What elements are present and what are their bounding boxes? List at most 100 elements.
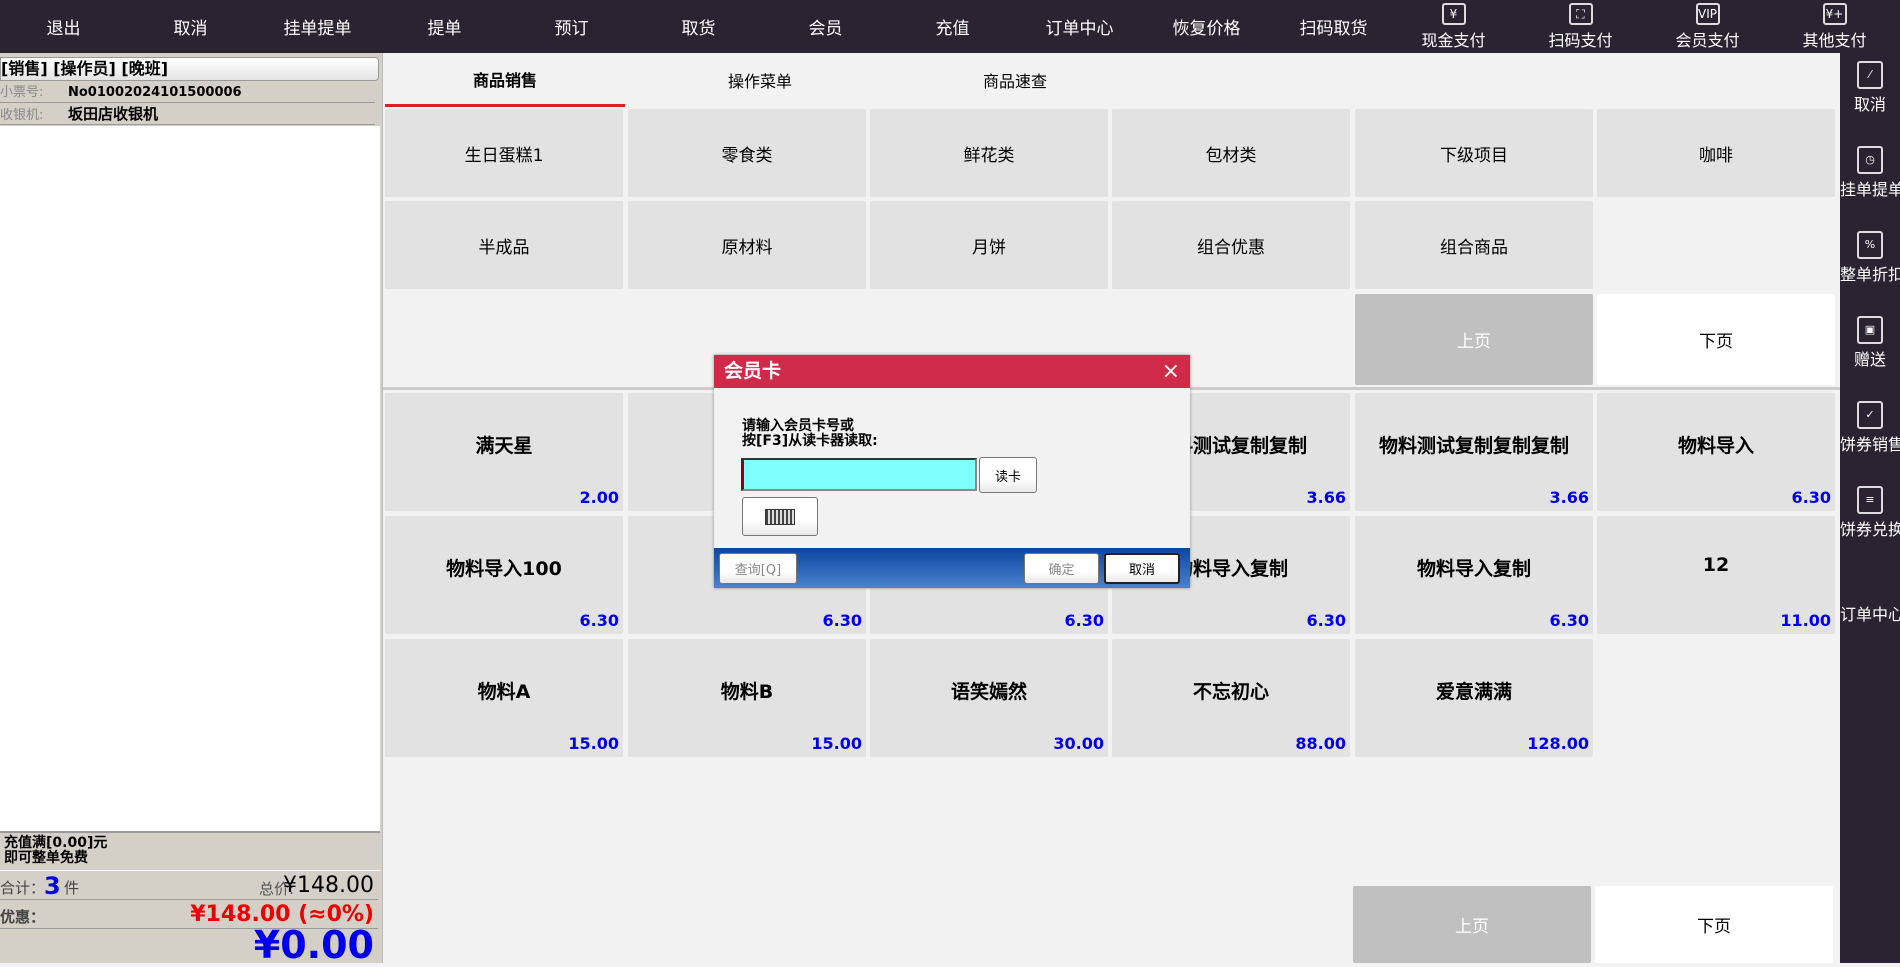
product-tile[interactable]: 满天星 2.00 (385, 393, 623, 511)
category-button[interactable]: 组合商品 (1355, 201, 1593, 289)
product-price: 6.30 (822, 611, 862, 630)
count-unit: 件 (64, 879, 80, 897)
product-tile[interactable]: 物料测试复制复制复制 3.66 (1355, 393, 1593, 511)
ticket-row: 小票号: No01002024101500006 (0, 82, 375, 103)
scan-icon: ⛶ (1568, 3, 1593, 25)
next-page-button[interactable]: 下页 (1595, 886, 1833, 963)
sidebar-button[interactable]: ≡ 饼券兑换 (1840, 478, 1900, 558)
product-tile[interactable]: 语笑嫣然 30.00 (870, 639, 1108, 757)
other-payment-icon: ¥+ (1822, 3, 1847, 25)
promo-notice: 充值满[0.00]元 即可整单免费 (0, 831, 380, 871)
product-name: 物料导入 (1677, 435, 1754, 457)
keyboard-icon (765, 508, 795, 525)
category-button[interactable]: 生日蛋糕1 (385, 109, 623, 197)
item-count: 3 (44, 872, 61, 900)
promo-line: 充值满[0.00]元 (4, 835, 108, 851)
prompt-line: 请输入会员卡号或 (742, 418, 854, 434)
hold-order-icon: ◷ (1857, 146, 1883, 174)
card-number-input[interactable] (741, 458, 977, 491)
payment-label: 现金支付 (1421, 31, 1486, 50)
pos-name: 坂田店收银机 (68, 105, 159, 123)
sidebar-button[interactable]: ⁄ 取消 (1840, 53, 1900, 133)
total-row: 合计： 3 件 总价: ¥148.00 (0, 872, 378, 900)
product-price: 30.00 (1053, 734, 1104, 753)
category-button[interactable]: 零食类 (628, 109, 866, 197)
discount-icon: % (1857, 231, 1883, 259)
prompt-line: 按[F3]从读卡器读取: (742, 433, 878, 449)
product-tile[interactable]: 物料导入复制 6.30 (1355, 516, 1593, 634)
payment-button-1[interactable]: ¥ 现金支付 (1390, 0, 1517, 53)
payment-button-4[interactable]: ¥+ 其他支付 (1771, 0, 1898, 53)
toolbar-button[interactable]: 恢复价格 (1143, 0, 1270, 53)
vip-icon: VIP (1695, 3, 1720, 25)
product-price: 6.30 (1064, 611, 1104, 630)
category-button[interactable]: 咖啡 (1597, 109, 1835, 197)
toolbar-button[interactable]: 预订 (508, 0, 635, 53)
gift-icon: ▣ (1857, 316, 1883, 344)
toolbar-button[interactable]: 取消 (127, 0, 254, 53)
product-name: 12 (1702, 554, 1730, 576)
category-button[interactable]: 月饼 (870, 201, 1108, 289)
product-tile[interactable]: 12 11.00 (1597, 516, 1835, 634)
toolbar-button[interactable]: 充值 (889, 0, 1016, 53)
product-tile[interactable]: 物料导入100 6.30 (385, 516, 623, 634)
voucher-sale-icon: ✓ (1857, 401, 1883, 429)
toolbar-button[interactable]: 退出 (0, 0, 127, 53)
sidebar-button[interactable]: ◷ 挂单提单 (1840, 138, 1900, 218)
product-price: 6.30 (579, 611, 619, 630)
product-name: 爱意满满 (1435, 681, 1512, 703)
category-button[interactable]: 包材类 (1112, 109, 1350, 197)
category-button[interactable]: 原材料 (628, 201, 866, 289)
tab-2[interactable]: 操作菜单 (640, 53, 880, 107)
sidebar-label: 挂单提单 (1840, 180, 1900, 199)
prev-page-button[interactable]: 上页 (1353, 886, 1591, 963)
product-tile[interactable]: 物料导入 6.30 (1597, 393, 1835, 511)
toolbar-button[interactable]: 扫码取货 (1270, 0, 1397, 53)
payment-label: 其他支付 (1802, 31, 1867, 50)
pos-label: 收银机: (0, 108, 44, 123)
member-card-dialog: 会员卡 × 请输入会员卡号或 按[F3]从读卡器读取: 读卡 查询[Q] 确定 取… (714, 355, 1190, 588)
prev-page-button[interactable]: 上页 (1355, 294, 1593, 385)
product-price: 128.00 (1527, 734, 1589, 753)
category-button[interactable]: 半成品 (385, 201, 623, 289)
payment-button-3[interactable]: VIP 会员支付 (1644, 0, 1771, 53)
sidebar-button[interactable]: ▣ 赠送 (1840, 308, 1900, 388)
product-tile[interactable]: 不忘初心 88.00 (1112, 639, 1350, 757)
close-icon[interactable]: × (1162, 355, 1180, 388)
dialog-footer: 查询[Q] 确定 取消 (714, 548, 1190, 588)
toolbar-button[interactable]: 会员 (762, 0, 889, 53)
category-button[interactable]: 组合优惠 (1112, 201, 1350, 289)
payment-label: 会员支付 (1675, 31, 1740, 50)
next-page-button[interactable]: 下页 (1597, 294, 1835, 385)
order-panel: [销售] [操作员] [晚班] 小票号: No01002024101500006 … (0, 53, 383, 967)
product-tile[interactable]: 爱意满满 128.00 (1355, 639, 1593, 757)
product-tile[interactable]: 物料A 15.00 (385, 639, 623, 757)
toolbar-button[interactable]: 提单 (381, 0, 508, 53)
order-item-list[interactable] (0, 126, 380, 831)
product-price: 3.66 (1549, 488, 1589, 507)
payment-button-2[interactable]: ⛶ 扫码支付 (1517, 0, 1644, 53)
keyboard-button[interactable] (742, 497, 818, 536)
read-card-button[interactable]: 读卡 (979, 457, 1037, 493)
sidebar-button[interactable]: % 整单折扣 (1840, 223, 1900, 303)
sidebar-button[interactable]: ✓ 饼券销售 (1840, 393, 1900, 473)
product-price: 6.30 (1549, 611, 1589, 630)
category-button[interactable]: 鲜花类 (870, 109, 1108, 197)
product-price: 3.66 (1306, 488, 1346, 507)
toolbar-button[interactable]: 挂单提单 (254, 0, 381, 53)
product-name: 物料A (477, 681, 531, 703)
sidebar-button[interactable]: 订单中心 (1840, 563, 1900, 643)
pos-row: 收银机: 坂田店收银机 (0, 104, 375, 125)
top-toolbar: 退出 取消 挂单提单 提单 预订 取货 会员 充值 订单中心 恢复价格 扫码取货 ¥ 现金支付 ⛶ 扫码支付… (0, 0, 1900, 53)
product-tile[interactable]: 物料B 15.00 (628, 639, 866, 757)
discount-label: 优惠： (0, 908, 46, 926)
query-button[interactable]: 查询[Q] (719, 553, 797, 584)
cancel-button[interactable]: 取消 (1104, 553, 1180, 584)
category-button[interactable]: 下级项目 (1355, 109, 1593, 197)
sidebar-label: 赠送 (1853, 350, 1886, 369)
toolbar-button[interactable]: 订单中心 (1016, 0, 1143, 53)
tab-1[interactable]: 商品销售 (385, 53, 625, 107)
toolbar-button[interactable]: 取货 (635, 0, 762, 53)
tab-3[interactable]: 商品速查 (895, 53, 1135, 107)
confirm-button[interactable]: 确定 (1024, 553, 1099, 584)
